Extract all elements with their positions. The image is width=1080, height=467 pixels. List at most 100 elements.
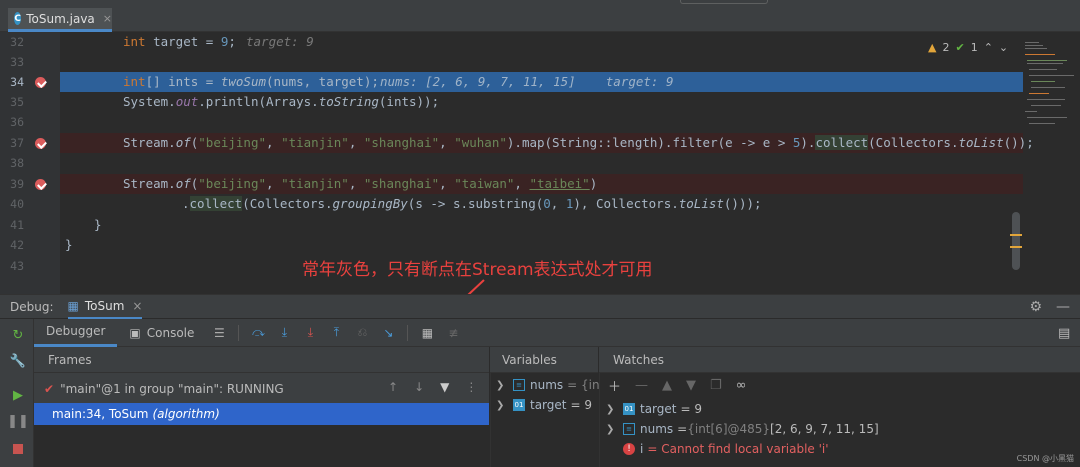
pause-icon[interactable]: ❚❚ xyxy=(7,414,29,429)
breakpoint-icon[interactable] xyxy=(35,138,46,149)
watches-toolbar: ＋ — ▲ ▼ ❐ ∞ xyxy=(599,373,1080,397)
code-line[interactable]: 41 } xyxy=(0,215,1023,235)
tab-debugger[interactable]: Debugger xyxy=(34,319,118,347)
console-icon: ▣ xyxy=(129,325,141,340)
code-text: } xyxy=(94,217,102,232)
variable-row[interactable]: ❯ 01 target = 9 xyxy=(496,395,592,415)
line-number: 33 xyxy=(10,55,24,69)
drop-frame-icon[interactable]: ⎌ xyxy=(354,325,370,341)
inspection-widget[interactable]: ▲ 2 ✔ 1 ⌃ ⌄ xyxy=(928,38,1008,56)
tab-tosum-java[interactable]: C ToSum.java × xyxy=(8,8,112,32)
step-into-icon[interactable]: ⤓ xyxy=(276,325,292,341)
tab-console[interactable]: ▣ Console xyxy=(117,319,206,347)
minimap-preview xyxy=(1025,42,1074,124)
toolbar-button-stub[interactable] xyxy=(680,0,768,4)
toolbar-separator xyxy=(238,324,240,341)
layout-settings-icon[interactable]: ▤ xyxy=(1058,326,1070,341)
code-line-current[interactable]: 34 int[] ints = twoSum(nums, target); nu… xyxy=(0,72,1023,92)
chevron-right-icon[interactable]: ❯ xyxy=(606,404,618,415)
line-number: 41 xyxy=(10,218,24,232)
move-down-icon[interactable]: ▼ xyxy=(686,378,696,393)
code-line[interactable]: 32 int target = 9; target: 9 xyxy=(0,32,1023,52)
variable-name: nums xyxy=(530,378,564,392)
chevron-right-icon[interactable]: ❯ xyxy=(606,424,618,435)
debug-session-name: ToSum xyxy=(84,298,125,313)
line-number: 37 xyxy=(10,136,24,150)
add-icon[interactable]: ＋ xyxy=(608,376,621,395)
code-text: System.out.println(Arrays.toString(ints)… xyxy=(123,94,440,109)
line-number: 32 xyxy=(10,35,24,49)
debugger-toolbar: Debugger ▣ Console ☰ ⤼ ⤓ ⤓ ⤒ ⎌ ↘ ▦ ≢ xyxy=(34,319,1080,347)
inline-debug-value: target: 9 xyxy=(246,34,314,49)
chevron-up-icon[interactable]: ⌃ xyxy=(984,41,993,54)
step-over-icon[interactable]: ⤼ xyxy=(250,325,266,341)
wrench-icon[interactable]: 🔧 xyxy=(10,354,26,369)
run-to-cursor-icon[interactable]: ↘ xyxy=(380,325,396,341)
minimize-icon[interactable]: — xyxy=(1056,299,1070,315)
debug-side-toolbar: ↻ 🔧 ▶ ❚❚ xyxy=(0,319,34,467)
remove-icon[interactable]: — xyxy=(635,378,648,393)
code-minimap[interactable] xyxy=(1023,32,1080,294)
watch-row[interactable]: ❯ ≡ nums = {int[6]@485} [2, 6, 9, 7, 11,… xyxy=(606,419,879,439)
watch-row[interactable]: ❯ 01 target = 9 xyxy=(606,399,702,419)
code-text: } xyxy=(65,237,73,252)
code-line[interactable]: 42 } xyxy=(0,235,1023,255)
line-number: 36 xyxy=(10,115,24,129)
frame-label: main:34, ToSum xyxy=(52,407,149,421)
step-out-icon[interactable]: ⤒ xyxy=(328,325,344,341)
rerun-icon[interactable]: ↻ xyxy=(11,328,25,343)
code-line[interactable]: 35 System.out.println(Arrays.toString(in… xyxy=(0,92,1023,112)
evaluate-expression-icon[interactable]: ▦ xyxy=(419,325,435,341)
debug-header-actions: ⚙ — xyxy=(1029,299,1070,315)
watch-name: i xyxy=(640,442,644,456)
editor-scrollbar-thumb[interactable] xyxy=(1012,212,1020,270)
watch-value: = xyxy=(677,422,688,436)
watch-error-message: = Cannot find local variable 'i' xyxy=(647,442,829,456)
line-number: 40 xyxy=(10,197,24,211)
primitive-icon: 01 xyxy=(623,403,635,415)
move-up-icon[interactable]: ▲ xyxy=(662,378,672,393)
frames-list-empty xyxy=(34,425,489,467)
debug-session-icon: ▦ xyxy=(67,298,79,313)
toolbar-separator xyxy=(407,324,409,341)
more-icon[interactable]: ⋮ xyxy=(465,380,477,394)
stack-frame-selected[interactable]: main:34, ToSum (algorithm) xyxy=(34,403,489,425)
code-line[interactable]: 36 xyxy=(0,112,1023,132)
code-line-breakpoint[interactable]: 37 Stream.of("beijing", "tianjin", "shan… xyxy=(0,133,1034,153)
scrollbar-marker xyxy=(1010,234,1022,236)
variable-row[interactable]: ❯ ≡ nums = {int[ xyxy=(496,375,609,395)
array-icon: ≡ xyxy=(623,423,635,435)
breakpoint-icon[interactable] xyxy=(35,179,46,190)
close-icon[interactable]: × xyxy=(103,12,112,25)
debug-session-tab[interactable]: ▦ ToSum × xyxy=(67,295,143,319)
resume-icon[interactable]: ▶ xyxy=(11,388,25,403)
code-line[interactable]: 33 xyxy=(0,52,1023,72)
breakpoint-icon[interactable] xyxy=(35,77,46,88)
chevron-down-icon[interactable]: ⌄ xyxy=(999,41,1008,54)
watch-contents: [2, 6, 9, 7, 11, 15] xyxy=(770,422,879,436)
arrow-up-icon[interactable]: ↑ xyxy=(388,380,398,394)
code-line[interactable]: 40 .collect(Collectors.groupingBy(s -> s… xyxy=(0,194,1023,214)
line-number: 39 xyxy=(10,177,24,191)
duplicate-icon[interactable]: ❐ xyxy=(710,378,722,393)
watch-row-error[interactable]: ! i = Cannot find local variable 'i' xyxy=(618,439,829,459)
chevron-right-icon[interactable]: ❯ xyxy=(496,380,508,391)
code-line-breakpoint[interactable]: 39 Stream.of("beijing", "tianjin", "shan… xyxy=(0,174,1023,194)
code-line[interactable]: 38 xyxy=(0,153,1023,173)
debug-tool-header: Debug: ▦ ToSum × xyxy=(0,294,1080,319)
check-icon: ✔ xyxy=(955,40,965,54)
stop-icon[interactable] xyxy=(11,442,25,456)
trace-stream-icon[interactable]: ≢ xyxy=(445,325,461,341)
glasses-icon[interactable]: ∞ xyxy=(736,378,747,393)
filter-icon[interactable]: ▼ xyxy=(440,380,449,394)
line-number: 43 xyxy=(10,259,24,273)
chevron-right-icon[interactable]: ❯ xyxy=(496,400,508,411)
force-step-into-icon[interactable]: ⤓ xyxy=(302,325,318,341)
inline-debug-value: nums: [2, 6, 9, 7, 11, 15] target: 9 xyxy=(380,74,674,89)
arrow-down-icon[interactable]: ↓ xyxy=(414,380,424,394)
close-icon[interactable]: × xyxy=(132,299,142,313)
menu-lines-icon[interactable]: ☰ xyxy=(211,325,227,341)
java-class-icon: C xyxy=(14,12,22,25)
line-number: 38 xyxy=(10,156,24,170)
settings-gear-icon[interactable]: ⚙ xyxy=(1029,299,1042,315)
